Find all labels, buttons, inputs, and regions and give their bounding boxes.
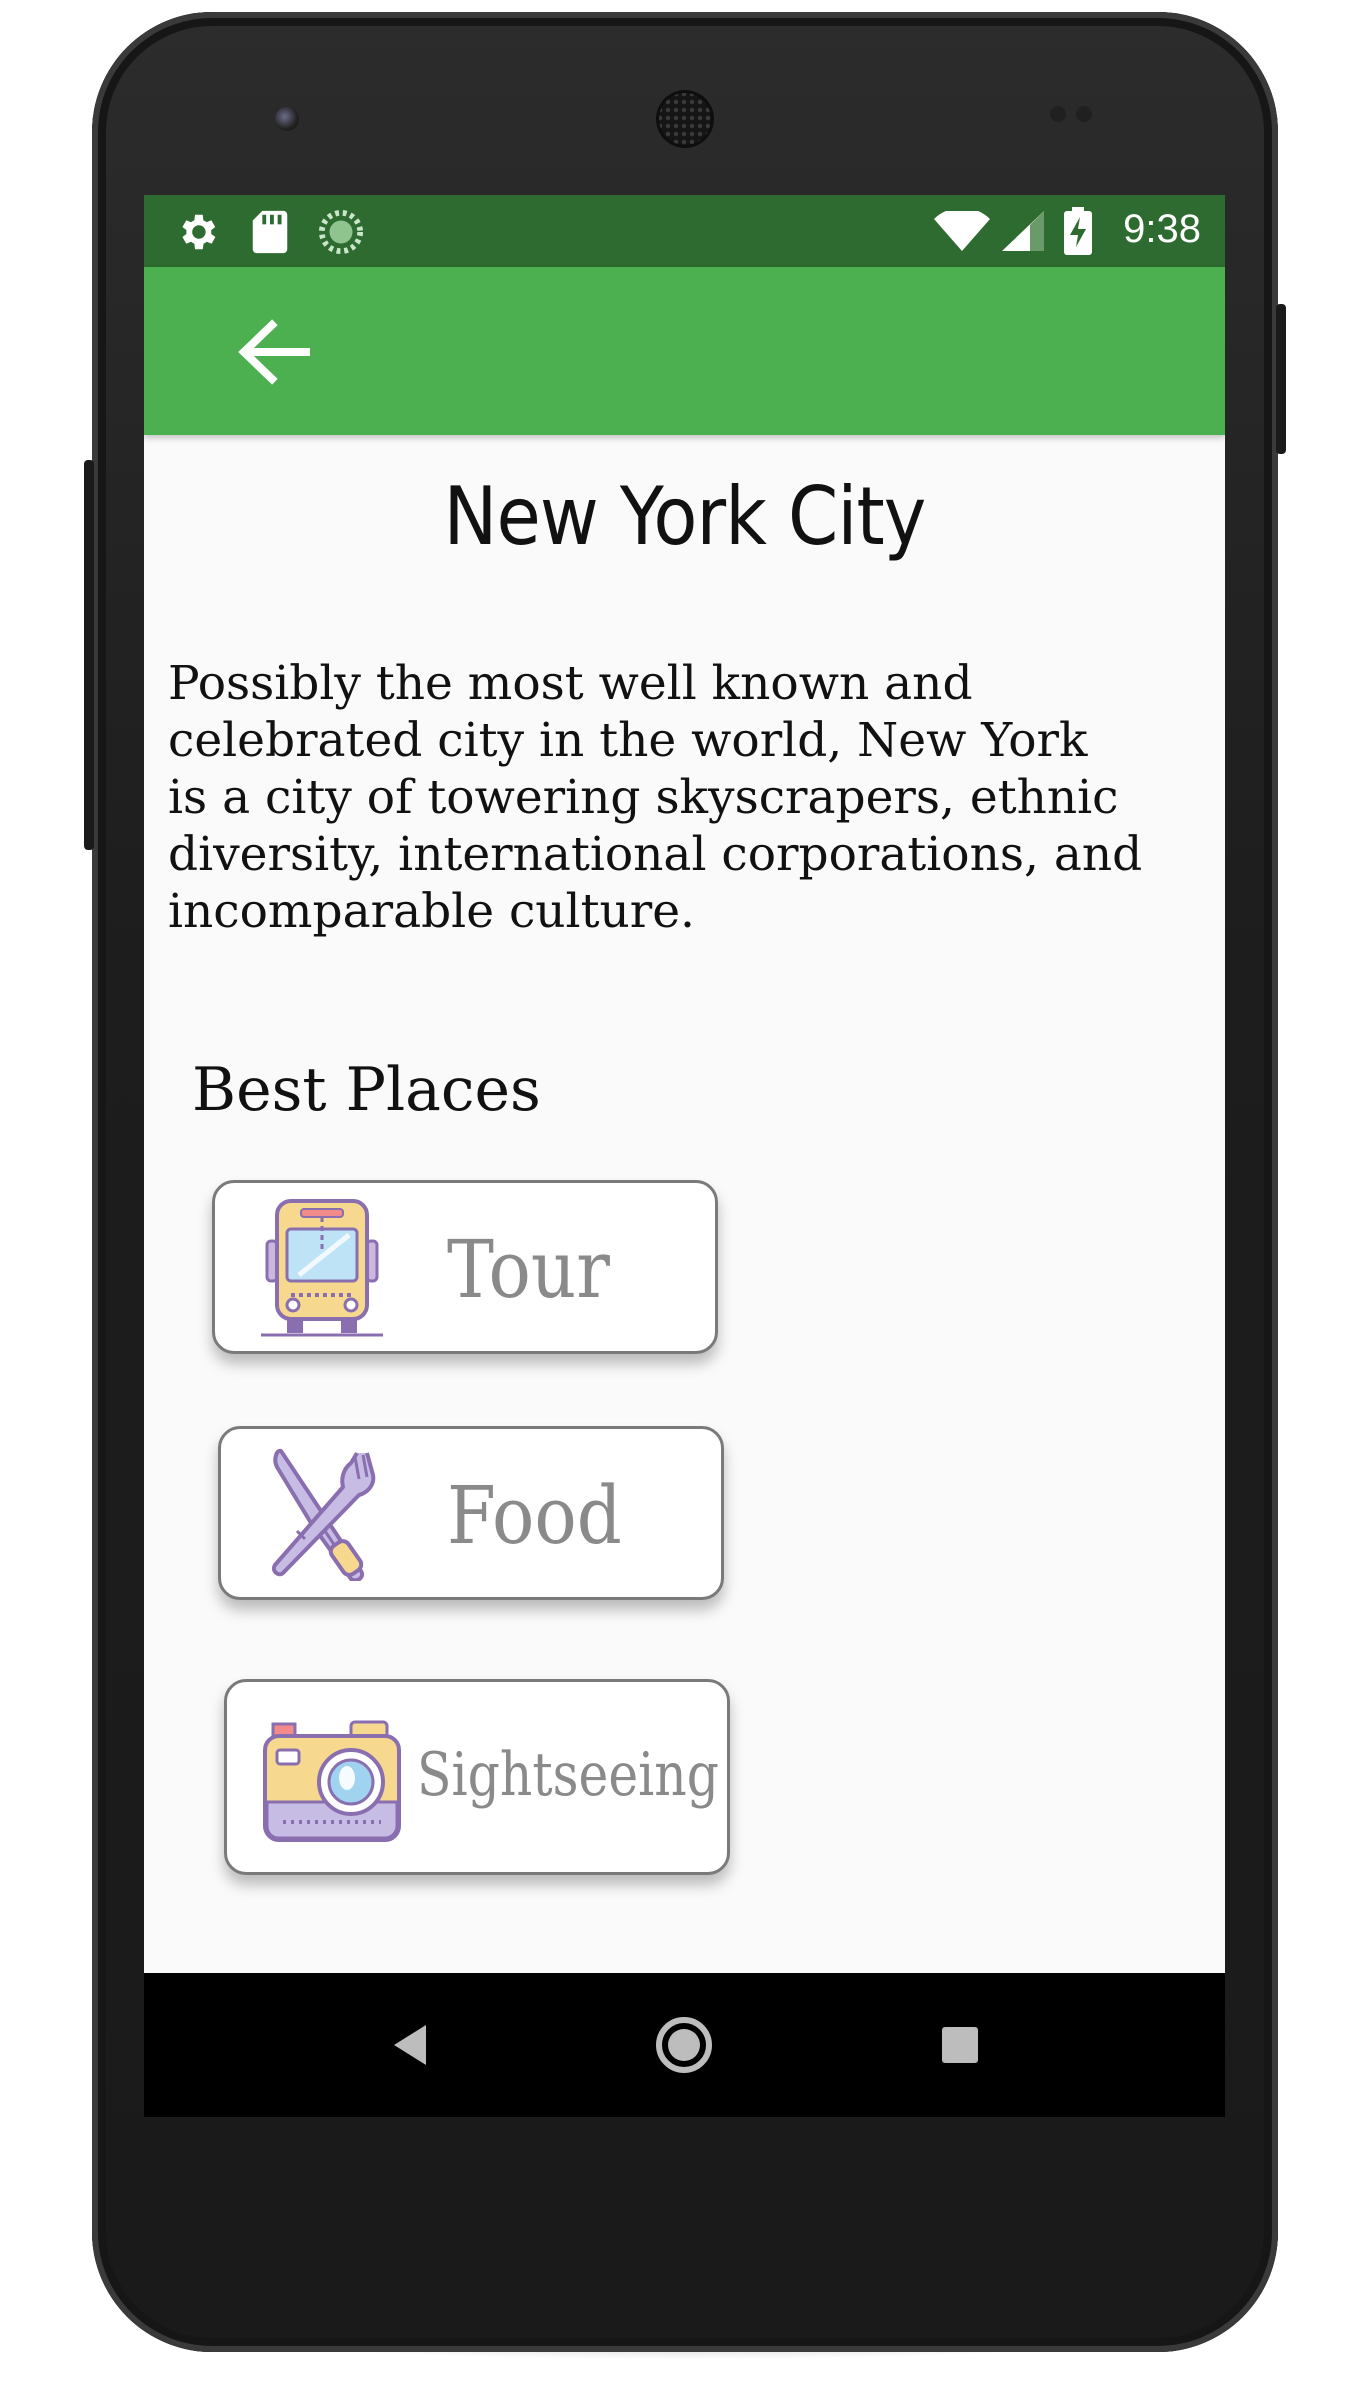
description-line: is a city of towering skyscrapers, ethni… — [168, 770, 1119, 825]
home-circle-icon — [656, 2017, 712, 2073]
status-time: 9:38 — [1123, 207, 1201, 251]
nav-back-button[interactable] — [384, 2017, 440, 2078]
city-description: Possibly the most well known and celebra… — [168, 655, 1208, 940]
app-screen: 9:38 New York City Possibly the most wel… — [144, 195, 1225, 2117]
food-button[interactable]: Food — [218, 1426, 724, 1600]
arrow-left-icon — [238, 319, 310, 385]
bus-icon — [261, 1199, 383, 1337]
page-title: New York City — [443, 470, 926, 563]
settings-icon — [182, 214, 216, 250]
camera-icon — [263, 1720, 401, 1842]
wifi-icon — [934, 211, 990, 251]
nav-recents-button[interactable] — [934, 2019, 986, 2076]
description-line: diversity, international corporations, a… — [168, 827, 1143, 882]
power-button — [1276, 304, 1286, 454]
system-navigation-bar — [144, 1973, 1225, 2117]
sync-icon — [318, 209, 364, 255]
volume-button — [84, 460, 94, 850]
signal-icon — [1002, 211, 1044, 251]
tour-label: Tour — [447, 1223, 610, 1316]
battery-charging-icon — [1064, 207, 1092, 255]
best-places-heading: Best Places — [192, 1055, 541, 1125]
description-line: incomparable culture. — [168, 884, 695, 939]
tour-button[interactable]: Tour — [212, 1180, 718, 1354]
food-label: Food — [447, 1469, 622, 1562]
nav-home-button[interactable] — [652, 2013, 716, 2082]
description-line: Possibly the most well known and — [168, 656, 973, 711]
back-triangle-icon — [394, 2025, 426, 2065]
app-bar — [144, 267, 1225, 435]
earpiece-speaker — [656, 90, 714, 148]
description-line: celebrated city in the world, New York — [168, 713, 1088, 768]
sd-card-icon — [252, 210, 288, 254]
knife-fork-icon — [272, 1448, 376, 1581]
status-bar: 9:38 — [144, 195, 1225, 267]
back-button[interactable] — [224, 307, 324, 397]
recents-square-icon — [942, 2027, 978, 2063]
sightseeing-label: Sightseeing — [417, 1740, 719, 1810]
sightseeing-button[interactable]: Sightseeing — [224, 1679, 730, 1875]
proximity-sensors — [1050, 106, 1110, 126]
front-camera — [275, 107, 299, 131]
